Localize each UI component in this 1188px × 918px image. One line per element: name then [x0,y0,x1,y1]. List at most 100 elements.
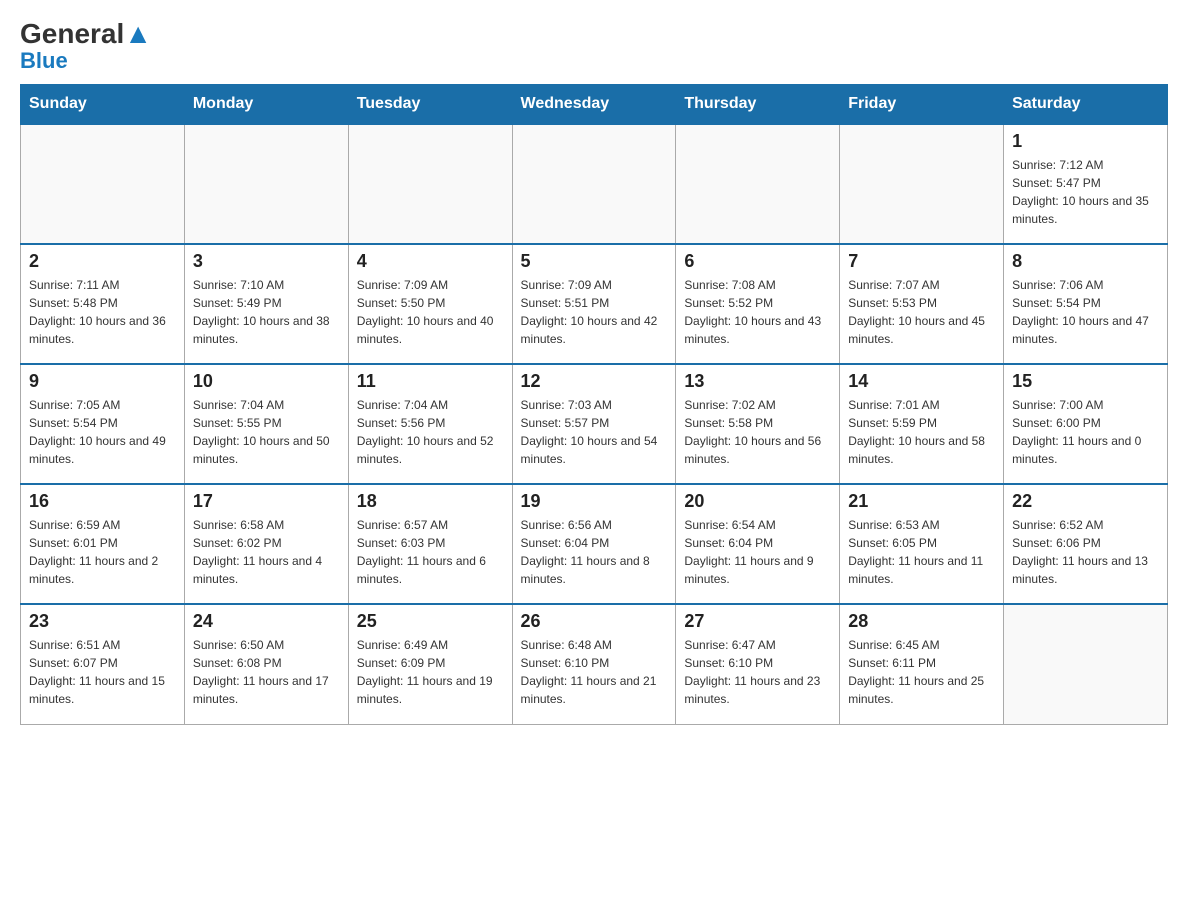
day-number: 13 [684,371,831,392]
day-number: 26 [521,611,668,632]
logo: General▲ Blue [20,20,152,74]
week-row-2: 9 Sunrise: 7:05 AMSunset: 5:54 PMDaylight… [21,364,1168,484]
day-number: 7 [848,251,995,272]
week-row-4: 23 Sunrise: 6:51 AMSunset: 6:07 PMDayligh… [21,604,1168,724]
day-info: Sunrise: 7:08 AMSunset: 5:52 PMDaylight:… [684,276,831,348]
day-number: 28 [848,611,995,632]
logo-triangle-icon: ▲ [124,18,152,49]
calendar-cell: 21 Sunrise: 6:53 AMSunset: 6:05 PMDayligh… [840,484,1004,604]
calendar-body: 1 Sunrise: 7:12 AMSunset: 5:47 PMDaylight… [21,124,1168,724]
day-number: 14 [848,371,995,392]
calendar-cell: 24 Sunrise: 6:50 AMSunset: 6:08 PMDayligh… [184,604,348,724]
day-number: 25 [357,611,504,632]
day-number: 6 [684,251,831,272]
day-header-thursday: Thursday [676,85,840,125]
calendar-cell [348,124,512,244]
calendar-cell [676,124,840,244]
page-header: General▲ Blue [20,20,1168,74]
day-info: Sunrise: 7:09 AMSunset: 5:51 PMDaylight:… [521,276,668,348]
day-number: 4 [357,251,504,272]
calendar-cell: 20 Sunrise: 6:54 AMSunset: 6:04 PMDayligh… [676,484,840,604]
calendar-cell: 26 Sunrise: 6:48 AMSunset: 6:10 PMDayligh… [512,604,676,724]
calendar-header: SundayMondayTuesdayWednesdayThursdayFrid… [21,85,1168,125]
day-info: Sunrise: 6:47 AMSunset: 6:10 PMDaylight:… [684,636,831,708]
day-number: 27 [684,611,831,632]
calendar-cell: 22 Sunrise: 6:52 AMSunset: 6:06 PMDayligh… [1004,484,1168,604]
day-info: Sunrise: 6:51 AMSunset: 6:07 PMDaylight:… [29,636,176,708]
calendar-cell [184,124,348,244]
header-row: SundayMondayTuesdayWednesdayThursdayFrid… [21,85,1168,125]
day-info: Sunrise: 7:01 AMSunset: 5:59 PMDaylight:… [848,396,995,468]
calendar-cell [512,124,676,244]
day-info: Sunrise: 6:45 AMSunset: 6:11 PMDaylight:… [848,636,995,708]
day-header-friday: Friday [840,85,1004,125]
calendar-cell: 18 Sunrise: 6:57 AMSunset: 6:03 PMDayligh… [348,484,512,604]
day-number: 15 [1012,371,1159,392]
day-header-sunday: Sunday [21,85,185,125]
day-number: 24 [193,611,340,632]
day-number: 16 [29,491,176,512]
day-header-saturday: Saturday [1004,85,1168,125]
logo-blue: Blue [20,48,68,74]
logo-general: General▲ [20,20,152,48]
calendar-cell: 14 Sunrise: 7:01 AMSunset: 5:59 PMDayligh… [840,364,1004,484]
day-number: 22 [1012,491,1159,512]
day-number: 5 [521,251,668,272]
day-header-tuesday: Tuesday [348,85,512,125]
calendar-cell: 4 Sunrise: 7:09 AMSunset: 5:50 PMDaylight… [348,244,512,364]
calendar-cell: 3 Sunrise: 7:10 AMSunset: 5:49 PMDaylight… [184,244,348,364]
day-info: Sunrise: 7:10 AMSunset: 5:49 PMDaylight:… [193,276,340,348]
calendar-cell: 12 Sunrise: 7:03 AMSunset: 5:57 PMDayligh… [512,364,676,484]
day-info: Sunrise: 6:48 AMSunset: 6:10 PMDaylight:… [521,636,668,708]
day-info: Sunrise: 7:09 AMSunset: 5:50 PMDaylight:… [357,276,504,348]
day-info: Sunrise: 7:07 AMSunset: 5:53 PMDaylight:… [848,276,995,348]
day-number: 1 [1012,131,1159,152]
day-number: 2 [29,251,176,272]
day-info: Sunrise: 6:52 AMSunset: 6:06 PMDaylight:… [1012,516,1159,588]
calendar-cell: 7 Sunrise: 7:07 AMSunset: 5:53 PMDaylight… [840,244,1004,364]
day-number: 17 [193,491,340,512]
day-info: Sunrise: 7:03 AMSunset: 5:57 PMDaylight:… [521,396,668,468]
calendar-cell: 23 Sunrise: 6:51 AMSunset: 6:07 PMDayligh… [21,604,185,724]
day-number: 19 [521,491,668,512]
day-number: 10 [193,371,340,392]
day-info: Sunrise: 6:57 AMSunset: 6:03 PMDaylight:… [357,516,504,588]
day-header-monday: Monday [184,85,348,125]
day-number: 11 [357,371,504,392]
calendar-cell: 6 Sunrise: 7:08 AMSunset: 5:52 PMDaylight… [676,244,840,364]
day-info: Sunrise: 7:12 AMSunset: 5:47 PMDaylight:… [1012,156,1159,228]
calendar-cell: 9 Sunrise: 7:05 AMSunset: 5:54 PMDaylight… [21,364,185,484]
calendar-cell: 11 Sunrise: 7:04 AMSunset: 5:56 PMDayligh… [348,364,512,484]
calendar-cell [21,124,185,244]
day-info: Sunrise: 6:54 AMSunset: 6:04 PMDaylight:… [684,516,831,588]
day-info: Sunrise: 6:50 AMSunset: 6:08 PMDaylight:… [193,636,340,708]
calendar-cell: 17 Sunrise: 6:58 AMSunset: 6:02 PMDayligh… [184,484,348,604]
calendar-cell: 27 Sunrise: 6:47 AMSunset: 6:10 PMDayligh… [676,604,840,724]
calendar-cell: 28 Sunrise: 6:45 AMSunset: 6:11 PMDayligh… [840,604,1004,724]
day-number: 20 [684,491,831,512]
day-number: 9 [29,371,176,392]
day-info: Sunrise: 6:53 AMSunset: 6:05 PMDaylight:… [848,516,995,588]
day-number: 12 [521,371,668,392]
calendar-cell: 2Sunrise: 7:11 AMSunset: 5:48 PMDaylight… [21,244,185,364]
day-info: Sunrise: 7:00 AMSunset: 6:00 PMDaylight:… [1012,396,1159,468]
day-header-wednesday: Wednesday [512,85,676,125]
calendar-cell: 13 Sunrise: 7:02 AMSunset: 5:58 PMDayligh… [676,364,840,484]
day-info: Sunrise: 7:05 AMSunset: 5:54 PMDaylight:… [29,396,176,468]
day-info: Sunrise: 6:58 AMSunset: 6:02 PMDaylight:… [193,516,340,588]
day-info: Sunrise: 7:02 AMSunset: 5:58 PMDaylight:… [684,396,831,468]
calendar-cell: 8 Sunrise: 7:06 AMSunset: 5:54 PMDaylight… [1004,244,1168,364]
day-info: Sunrise: 6:49 AMSunset: 6:09 PMDaylight:… [357,636,504,708]
day-info: Sunrise: 7:04 AMSunset: 5:55 PMDaylight:… [193,396,340,468]
calendar-table: SundayMondayTuesdayWednesdayThursdayFrid… [20,84,1168,725]
day-number: 23 [29,611,176,632]
calendar-cell: 5 Sunrise: 7:09 AMSunset: 5:51 PMDaylight… [512,244,676,364]
day-info: Sunrise: 7:06 AMSunset: 5:54 PMDaylight:… [1012,276,1159,348]
day-number: 3 [193,251,340,272]
day-number: 18 [357,491,504,512]
day-info: Sunrise: 7:04 AMSunset: 5:56 PMDaylight:… [357,396,504,468]
day-number: 8 [1012,251,1159,272]
calendar-cell: 16Sunrise: 6:59 AMSunset: 6:01 PMDayligh… [21,484,185,604]
day-number: 21 [848,491,995,512]
calendar-cell [1004,604,1168,724]
